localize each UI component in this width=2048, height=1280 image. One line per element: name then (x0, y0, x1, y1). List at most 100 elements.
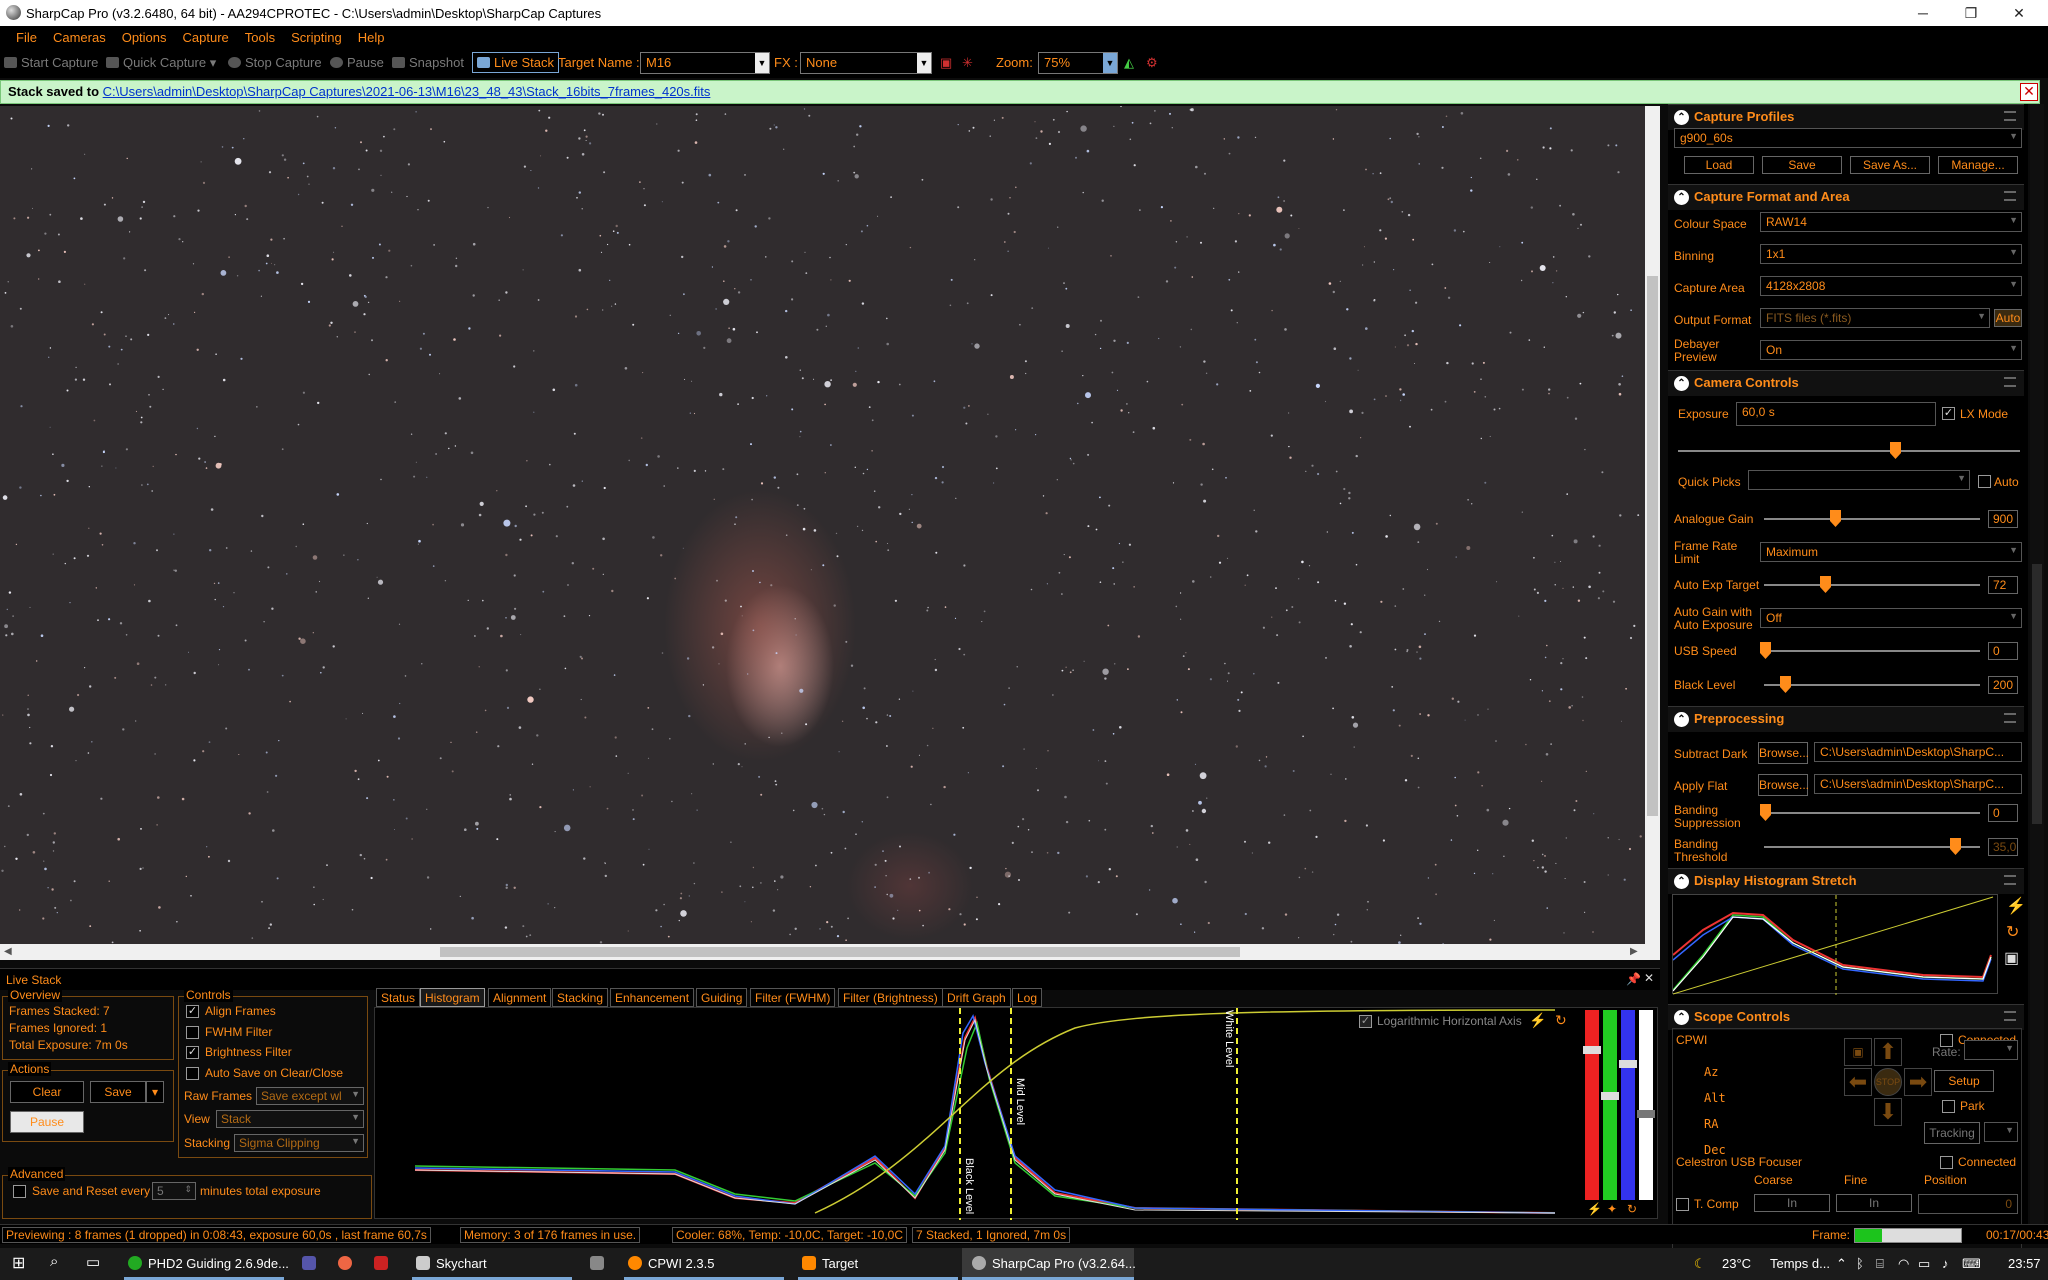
snapshot-button[interactable]: Snapshot (392, 55, 464, 70)
banner-close-button[interactable]: ✕ (2020, 83, 2038, 101)
firefox-icon[interactable] (338, 1256, 358, 1271)
banding-suppression-slider[interactable] (1764, 812, 1980, 814)
tracking-select[interactable]: ▼ (1984, 1122, 2018, 1142)
network-icon[interactable]: ⌸ (1876, 1256, 1884, 1272)
maximize-button[interactable]: ❐ (1948, 0, 1994, 26)
log-axis-checkbox[interactable]: ✓ (1359, 1015, 1372, 1028)
banding-threshold-slider[interactable] (1764, 846, 1980, 848)
slider-handle[interactable] (1583, 1046, 1601, 1054)
auto-exp-value[interactable]: 72 (1988, 576, 2018, 594)
clear-button[interactable]: Clear (10, 1081, 84, 1103)
clock[interactable]: 23:57 (2008, 1256, 2041, 1271)
volume-icon[interactable]: ♪ (1942, 1256, 1949, 1271)
fwhm-filter-checkbox[interactable] (186, 1026, 199, 1039)
browse-dark-button[interactable]: Browse... (1758, 742, 1809, 764)
menu-cameras[interactable]: Cameras (53, 30, 106, 45)
home-icon[interactable]: ▣ (1844, 1038, 1872, 1066)
auto-format-button[interactable]: Auto (1994, 309, 2022, 327)
usb-speed-value[interactable]: 0 (1988, 642, 2018, 660)
scroll-thumb[interactable] (1647, 276, 1658, 816)
display-histogram[interactable] (1672, 894, 1998, 995)
quick-capture-button[interactable]: Quick Capture ▾ (106, 55, 216, 71)
auto-exposure-checkbox[interactable] (1978, 475, 1991, 488)
save-reset-checkbox[interactable] (13, 1185, 26, 1198)
green-level-slider[interactable] (1601, 1010, 1619, 1200)
menu-icon[interactable] (2004, 1011, 2016, 1021)
wifi-icon[interactable]: ◠ (1898, 1256, 1909, 1272)
binning-select[interactable]: 1x1 ▼ (1760, 244, 2022, 264)
stretch-icon[interactable]: ⚡ (1587, 1202, 1602, 1216)
output-format-select[interactable]: FITS files (*.fits) ▼ (1760, 308, 1990, 328)
coarse-in-button[interactable]: In (1754, 1194, 1830, 1212)
close-icon[interactable]: ✕ (1644, 971, 1654, 985)
save-options-chevron-icon[interactable]: ▾ (146, 1081, 164, 1103)
scroll-thumb[interactable] (440, 947, 1240, 957)
menu-scripting[interactable]: Scripting (291, 30, 342, 45)
camera-controls-header[interactable]: ⌃ Camera Controls (1668, 370, 2024, 396)
close-window-button[interactable]: ✕ (1996, 0, 2042, 26)
search-icon[interactable]: ⌕ (50, 1253, 58, 1270)
weather-text[interactable]: Temps d... (1770, 1256, 1830, 1271)
tab-enhancement[interactable]: Enhancement (610, 988, 695, 1007)
east-arrow-icon[interactable]: ➡ (1904, 1068, 1932, 1096)
scope-controls-header[interactable]: ⌃ Scope Controls (1668, 1004, 2024, 1030)
exposure-input[interactable]: 60,0 s (1736, 402, 1936, 426)
refresh-icon[interactable]: ↻ (1627, 1202, 1637, 1216)
tab-status[interactable]: Status (376, 988, 421, 1007)
windows-start-icon[interactable]: ⊞ (12, 1253, 25, 1273)
quick-picks-select[interactable]: ▼ (1748, 470, 1970, 490)
usb-speed-slider[interactable] (1764, 650, 1980, 652)
slider-handle[interactable] (1890, 442, 1901, 459)
taskbar-target[interactable]: Target (802, 1256, 858, 1271)
save-stretch-icon[interactable]: ▣ (2004, 948, 2019, 968)
histogram-icon[interactable]: ◭ (1124, 55, 1134, 71)
fine-in-button[interactable]: In (1836, 1194, 1912, 1212)
tracking-button[interactable]: Tracking (1924, 1122, 1980, 1144)
reset-icon[interactable]: ↻ (1555, 1012, 1567, 1029)
red-level-slider[interactable] (1583, 1010, 1601, 1200)
rate-select[interactable]: ▼ (1964, 1040, 2018, 1060)
south-arrow-icon[interactable]: ⬇ (1874, 1098, 1902, 1126)
brightness-filter-checkbox[interactable]: ✓ (186, 1046, 199, 1059)
bluetooth-icon[interactable]: ᛒ (1856, 1256, 1864, 1271)
asi-icon[interactable] (374, 1256, 394, 1271)
fx-select[interactable]: None ▼ (800, 52, 932, 74)
panel-scrollbar[interactable] (2030, 104, 2044, 1226)
tab-drift-graph[interactable]: Drift Graph (942, 988, 1011, 1007)
tab-histogram[interactable]: Histogram (420, 988, 485, 1007)
auto-stretch-icon[interactable]: ⚡ (2006, 896, 2026, 916)
stop-capture-button[interactable]: Stop Capture (228, 55, 322, 70)
flat-file-select[interactable]: C:\Users\admin\Desktop\SharpC... (1814, 774, 2022, 794)
taskbar-sharpcap[interactable]: SharpCap Pro (v3.2.64... (972, 1256, 1136, 1271)
chevron-down-icon[interactable]: ▼ (917, 53, 931, 73)
stepper-icon[interactable]: ⇕ (184, 1184, 192, 1195)
stack-file-link[interactable]: C:\Users\admin\Desktop\SharpCap Captures… (103, 84, 711, 99)
debayer-select[interactable]: On ▼ (1760, 340, 2022, 360)
menu-file[interactable]: File (16, 30, 37, 45)
minimize-button[interactable]: ─ (1900, 0, 1946, 26)
start-capture-button[interactable]: Start Capture (4, 55, 98, 70)
taskbar-cpwi[interactable]: CPWI 2.3.5 (628, 1256, 714, 1271)
west-arrow-icon[interactable]: ⬅ (1844, 1068, 1872, 1096)
auto-exp-slider[interactable] (1764, 584, 1980, 586)
collapse-icon[interactable]: ⌃ (1674, 874, 1689, 889)
menu-help[interactable]: Help (358, 30, 385, 45)
auto-gain-select[interactable]: Off ▼ (1760, 608, 2022, 628)
capture-profiles-header[interactable]: ⌃ Capture Profiles (1668, 104, 2024, 130)
menu-icon[interactable] (2004, 713, 2016, 723)
tab-log[interactable]: Log (1012, 988, 1043, 1007)
collapse-icon[interactable]: ⌃ (1674, 110, 1689, 125)
tray-chevron-icon[interactable]: ⌃ (1836, 1256, 1847, 1272)
luminance-level-slider[interactable] (1637, 1010, 1655, 1200)
focuser-position-field[interactable]: 0 (1918, 1194, 2018, 1214)
north-arrow-icon[interactable]: ⬆ (1874, 1038, 1902, 1066)
keyboard-icon[interactable]: ⌨ (1962, 1256, 1981, 1272)
preprocessing-header[interactable]: ⌃ Preprocessing (1668, 706, 2024, 732)
frame-rate-select[interactable]: Maximum ▼ (1760, 542, 2022, 562)
stacking-select[interactable]: Sigma Clipping ▼ (234, 1134, 364, 1152)
weather-moon-icon[interactable]: ☾ (1694, 1256, 1706, 1272)
reset-stretch-icon[interactable]: ↻ (2006, 922, 2019, 942)
star-icon[interactable]: ✦ (1607, 1202, 1617, 1216)
slider-handle[interactable] (1760, 804, 1771, 821)
raw-frames-select[interactable]: Save except wl ▼ (256, 1087, 364, 1105)
